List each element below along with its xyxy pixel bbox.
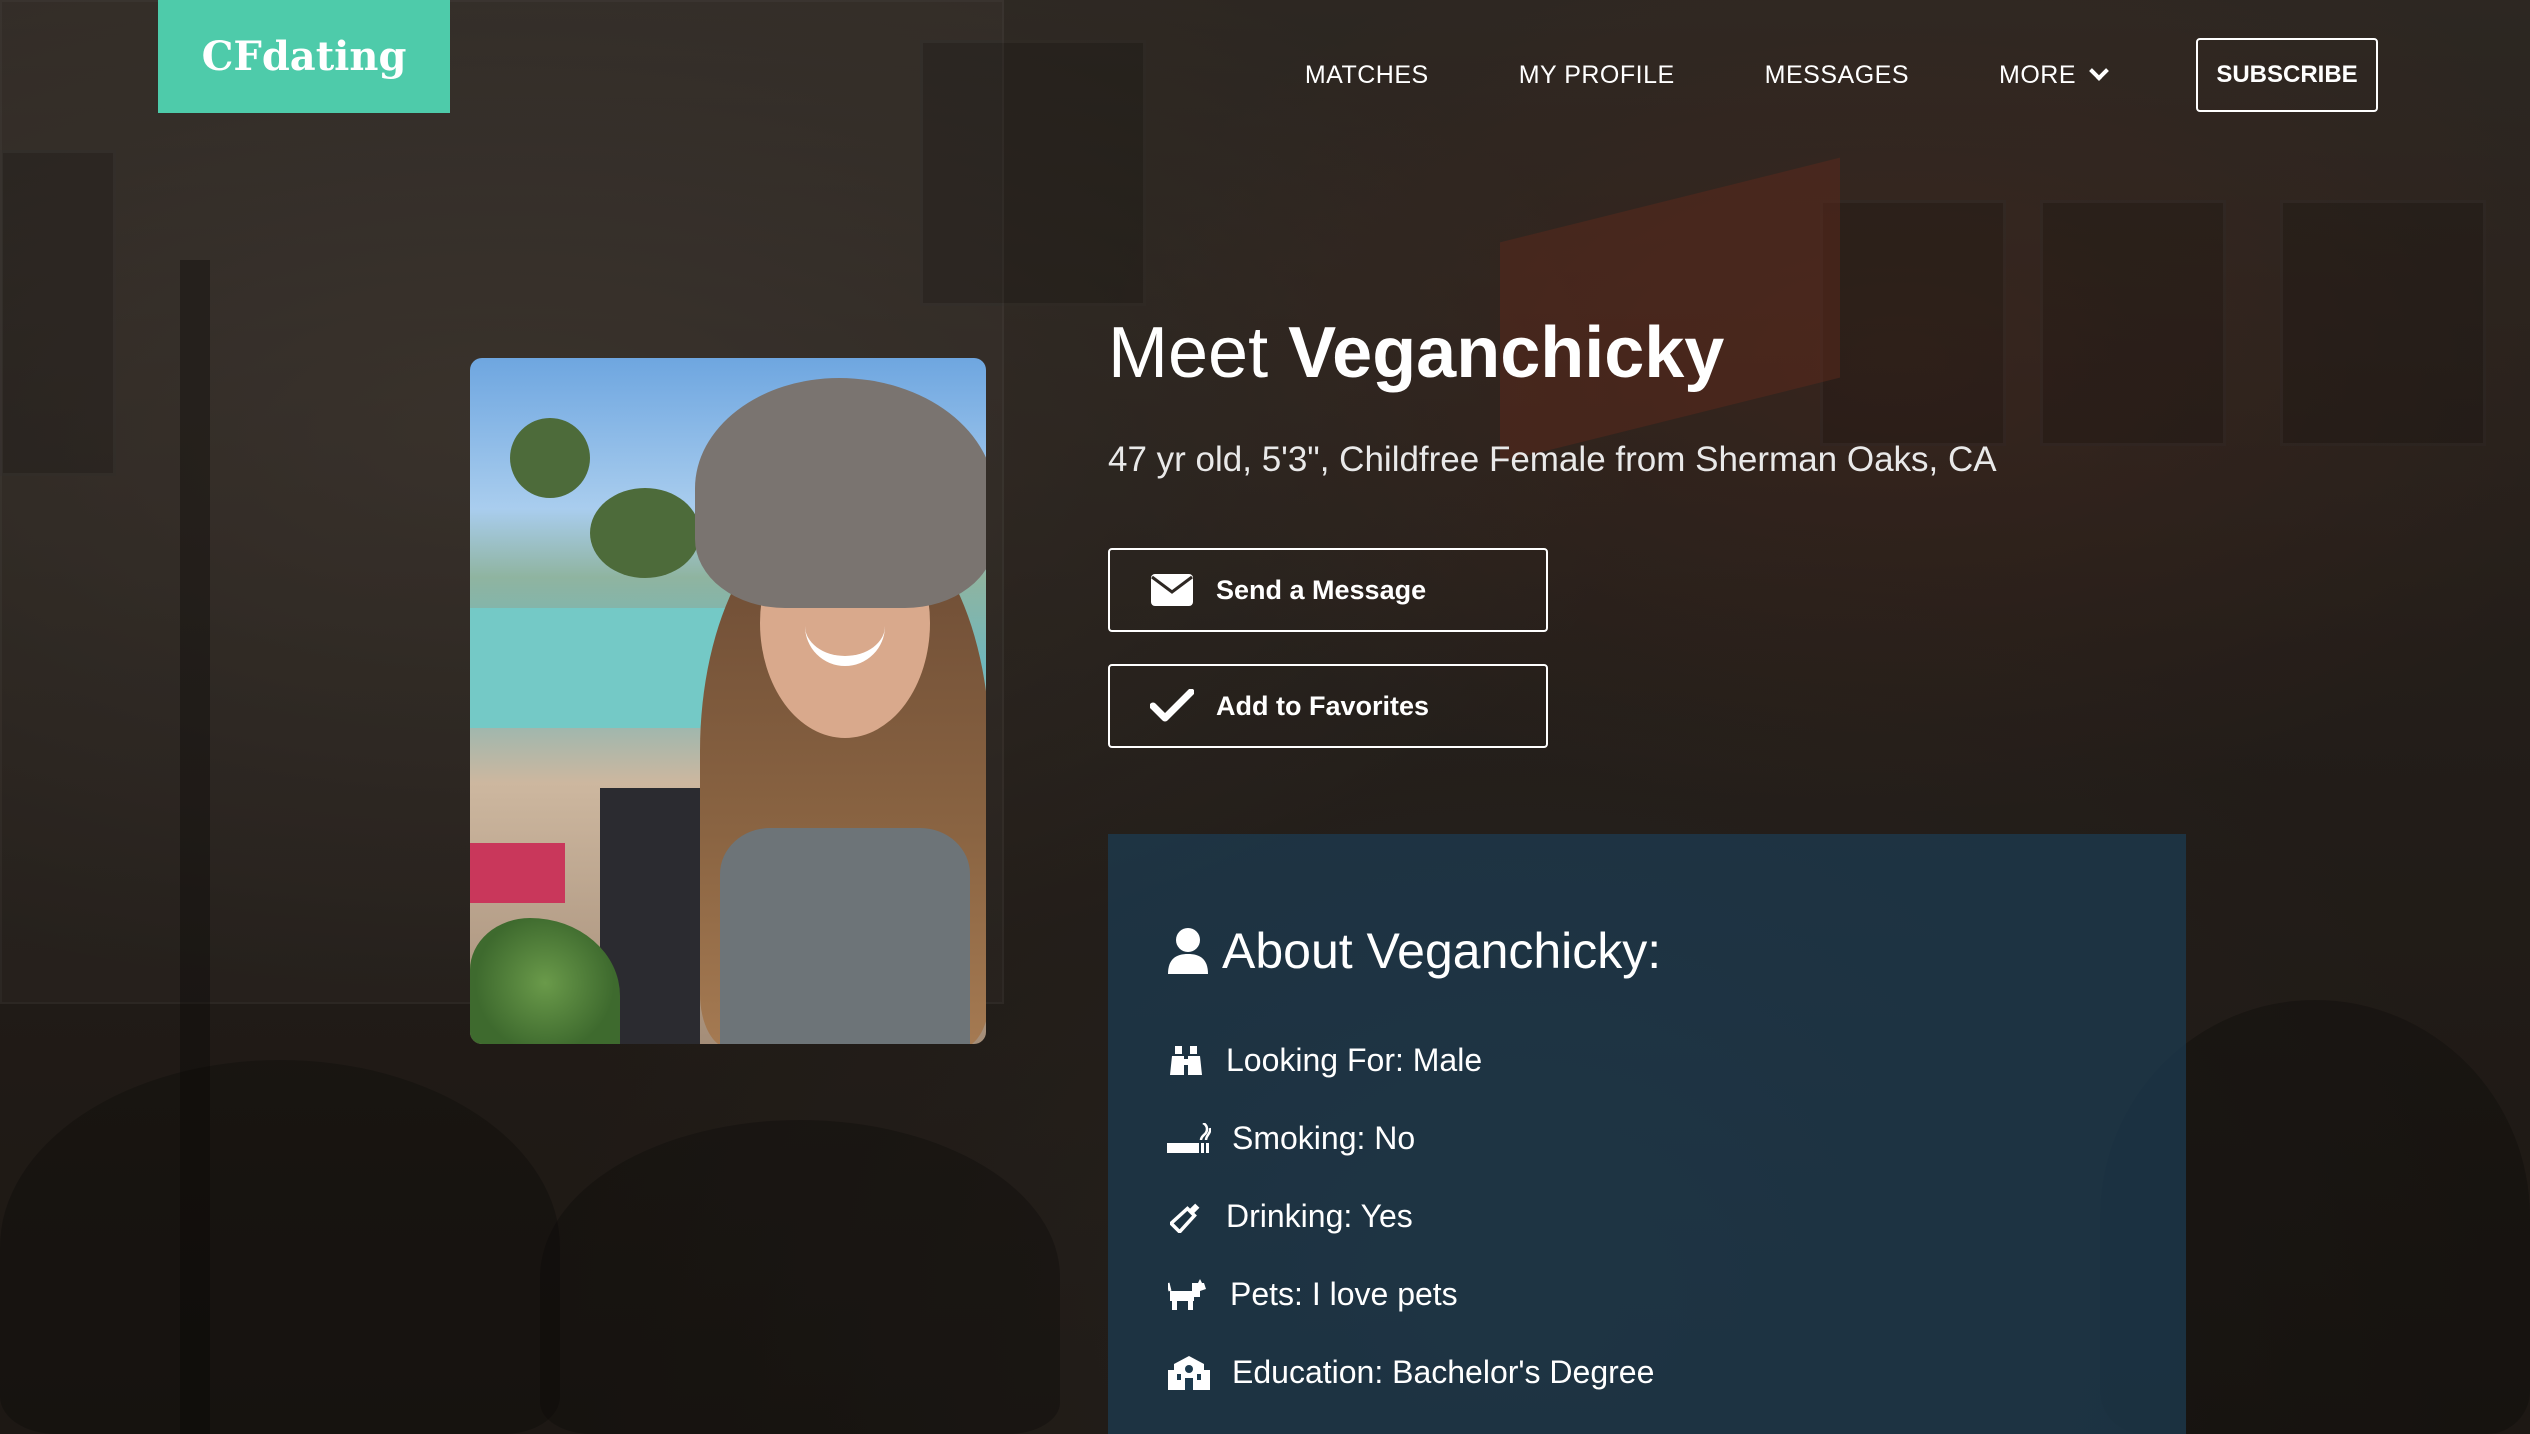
binoculars-icon (1166, 1043, 1206, 1079)
photo-towel (470, 843, 565, 903)
about-title-text: About Veganchicky: (1222, 923, 1662, 979)
photo-plant (470, 918, 620, 1044)
smoking-text: Smoking: No (1232, 1120, 1416, 1156)
photo-palm-tree (590, 488, 700, 578)
send-message-label: Send a Message (1216, 574, 1427, 605)
about-panel: About Veganchicky: Looking For: Male Smo (1108, 834, 2186, 1434)
education-text: Education: Bachelor's Degree (1232, 1354, 1655, 1390)
add-to-favorites-button[interactable]: Add to Favorites (1108, 664, 1548, 748)
pets-text: Pets: I love pets (1230, 1276, 1458, 1312)
profile-name: Veganchicky (1288, 313, 1725, 393)
profile-photo[interactable] (470, 358, 986, 1044)
add-to-favorites-label: Add to Favorites (1216, 690, 1430, 721)
title-prefix: Meet (1108, 313, 1269, 393)
send-message-button[interactable]: Send a Message (1108, 548, 1548, 632)
about-heading: About Veganchicky: (1166, 922, 1661, 980)
photo-top (720, 828, 970, 1044)
chevron-down-icon (2089, 61, 2109, 81)
drinking-text: Drinking: Yes (1226, 1198, 1413, 1234)
checkmark-icon (1150, 689, 1194, 723)
photo-hat (695, 378, 986, 608)
nav-my-profile[interactable]: MY PROFILE (1519, 61, 1675, 90)
nav-messages[interactable]: MESSAGES (1765, 61, 1909, 90)
envelope-icon (1150, 573, 1194, 607)
smoking-row: Smoking: No (1166, 1120, 1415, 1157)
looking-for-text: Looking For: Male (1226, 1042, 1483, 1078)
pets-row: Pets: I love pets (1166, 1276, 1458, 1313)
page-title: Meet Veganchicky (1108, 312, 1724, 394)
wine-bottle-icon (1166, 1199, 1206, 1235)
school-icon (1166, 1355, 1212, 1391)
nav-more-label: MORE (1999, 60, 2076, 89)
photo-palm-tree (510, 418, 590, 498)
dog-icon (1166, 1277, 1210, 1313)
smoking-icon (1166, 1121, 1212, 1157)
drinking-row: Drinking: Yes (1166, 1198, 1413, 1235)
nav-more-dropdown[interactable]: MORE (1999, 60, 2109, 90)
subscribe-button[interactable]: SUBSCRIBE (2196, 38, 2378, 112)
education-row: Education: Bachelor's Degree (1166, 1354, 1654, 1391)
main-nav: MATCHES MY PROFILE MESSAGES MORE SUBSCRI… (1305, 38, 2378, 112)
nav-matches[interactable]: MATCHES (1305, 61, 1429, 90)
user-icon (1166, 927, 1210, 975)
profile-summary: 47 yr old, 5'3", Childfree Female from S… (1108, 440, 1997, 479)
looking-for-row: Looking For: Male (1166, 1042, 1482, 1079)
site-logo[interactable]: CFdating (158, 0, 450, 113)
